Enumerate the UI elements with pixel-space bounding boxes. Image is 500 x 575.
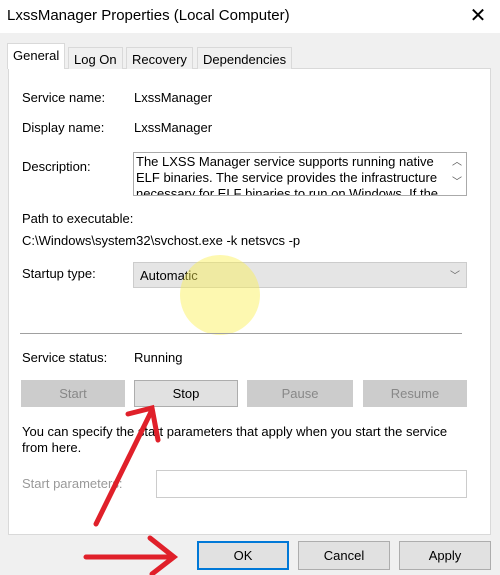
arrow-to-ok	[83, 535, 179, 575]
arrow-to-stop	[93, 404, 161, 527]
annotation-arrows	[83, 404, 179, 575]
tab-general[interactable]: General	[7, 43, 66, 69]
